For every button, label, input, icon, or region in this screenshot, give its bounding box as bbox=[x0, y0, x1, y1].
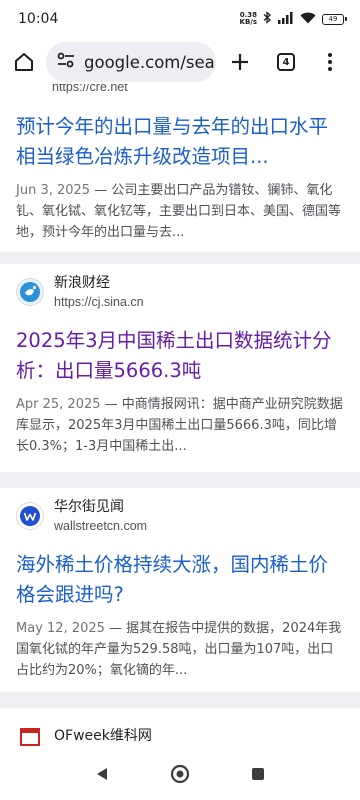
omnibox[interactable]: google.com/search bbox=[46, 42, 216, 82]
back-icon bbox=[97, 768, 107, 780]
recents-button[interactable] bbox=[250, 766, 266, 786]
result-snippet: Jun 3, 2025 — 公司主要出口产品为镨钕、镧铈、氧化钆、氧化铽、氧化钇… bbox=[16, 183, 342, 240]
result-card: 新浪财经 https://cj.sina.cn 2025年3月中国稀土出口数据统… bbox=[0, 264, 360, 472]
tab-switcher-button[interactable]: 4 bbox=[270, 46, 302, 78]
system-nav-bar bbox=[0, 752, 360, 800]
status-bar: 10:04 0.38 KB/s 49 bbox=[0, 0, 360, 38]
result-url: https://cre.net bbox=[52, 84, 128, 94]
battery-icon: 49 bbox=[322, 13, 347, 25]
home-nav-button[interactable] bbox=[170, 764, 190, 788]
result-source[interactable]: 华尔街见闻 wallstreetcn.com bbox=[16, 488, 344, 544]
signal-icon bbox=[278, 11, 294, 27]
status-time: 10:04 bbox=[18, 11, 59, 27]
result-title[interactable]: 预计今年的出口量与去年的出口水平相当绿色冶炼升级改造项目... bbox=[16, 84, 344, 172]
result-snippet: May 12, 2025 — 据其在报告中提供的数据，2024年我国氧化铽的年产… bbox=[16, 621, 342, 678]
result-source[interactable]: 新浪财经 https://cj.sina.cn bbox=[16, 264, 344, 320]
bluetooth-icon bbox=[263, 11, 272, 27]
search-results: https://cre.net 预计今年的出口量与去年的出口水平相当绿色冶炼升级… bbox=[0, 84, 360, 752]
result-snippet: Apr 25, 2025 — 中商情报网讯：据中商产业研究院数据库显示，2025… bbox=[16, 397, 343, 454]
ofweek-favicon-icon bbox=[16, 722, 44, 750]
site-name: 新浪财经 bbox=[54, 275, 110, 291]
browser-toolbar: google.com/search 4 bbox=[0, 40, 360, 84]
result-url: wallstreetcn.com bbox=[54, 519, 148, 533]
url-text[interactable]: google.com/search bbox=[84, 53, 216, 72]
net-speed: 0.38 KB/s bbox=[240, 12, 257, 26]
result-card: https://cre.net 预计今年的出口量与去年的出口水平相当绿色冶炼升级… bbox=[0, 84, 360, 252]
status-icons: 0.38 KB/s 49 bbox=[240, 11, 347, 27]
plus-icon bbox=[232, 54, 248, 70]
back-button[interactable] bbox=[94, 766, 110, 786]
home-icon bbox=[15, 53, 33, 71]
circle-home-icon bbox=[170, 764, 190, 784]
sina-favicon-icon bbox=[16, 278, 44, 306]
recents-icon bbox=[252, 768, 264, 780]
result-card: 华尔街见闻 wallstreetcn.com 海外稀土价格持续大涨，国内稀土价格… bbox=[0, 488, 360, 692]
menu-button[interactable] bbox=[314, 46, 346, 78]
result-title[interactable]: 海外稀土价格持续大涨，国内稀土价格会跟进吗? bbox=[16, 550, 344, 610]
new-tab-button[interactable] bbox=[224, 46, 256, 78]
home-button[interactable] bbox=[8, 46, 40, 78]
tab-count: 4 bbox=[277, 53, 295, 71]
more-vert-icon bbox=[328, 53, 332, 71]
result-title[interactable]: 2025年3月中国稀土出口数据统计分析：出口量5666.3吨 bbox=[16, 326, 344, 386]
result-date: Jun 3, 2025 bbox=[16, 183, 91, 198]
site-name: OFweek维科网 bbox=[54, 728, 152, 744]
result-url: https://cj.sina.cn bbox=[54, 295, 144, 309]
site-name: 华尔街见闻 bbox=[54, 499, 124, 515]
result-card: OFweek维科网 bbox=[0, 708, 360, 752]
net-speed-unit: KB/s bbox=[239, 18, 257, 26]
result-source[interactable]: OFweek维科网 bbox=[16, 708, 344, 752]
wifi-icon bbox=[300, 12, 316, 27]
site-settings-icon[interactable] bbox=[56, 52, 76, 72]
result-date: Apr 25, 2025 bbox=[16, 397, 101, 412]
result-date: May 12, 2025 bbox=[16, 621, 105, 636]
wallstreetcn-favicon-icon bbox=[16, 502, 44, 530]
